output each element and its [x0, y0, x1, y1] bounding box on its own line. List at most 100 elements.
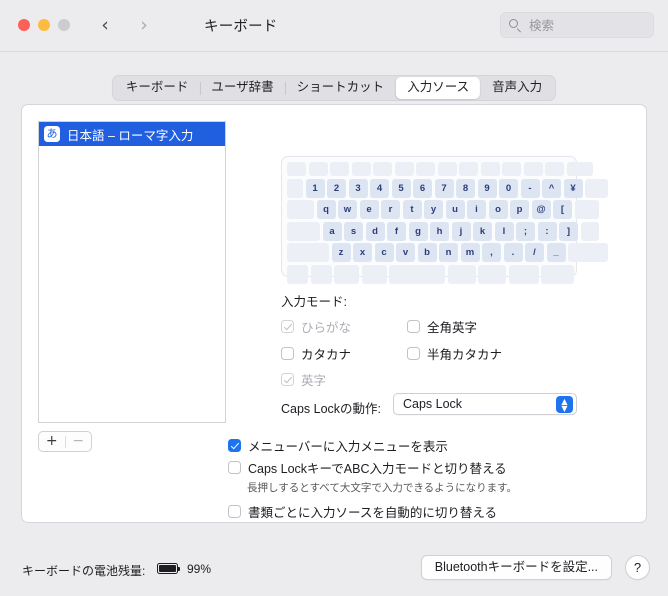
key-modifier: [287, 265, 308, 284]
key-modifier: [541, 265, 574, 284]
key-/: /: [525, 243, 544, 262]
forward-arrow-icon[interactable]: ›: [133, 14, 155, 36]
key-q: q: [317, 200, 336, 219]
key-1: 1: [306, 179, 325, 198]
key-2: 2: [327, 179, 346, 198]
key-function: [287, 162, 306, 176]
checkbox-auto-switch-per-document[interactable]: [228, 505, 241, 518]
key-b: b: [418, 243, 437, 262]
keyboard-layout-preview: 1234567890-^¥qwertyuiop@[asdfghjkl;:]zxc…: [281, 156, 577, 277]
checkbox-show-input-menu[interactable]: [228, 439, 241, 452]
input-mode-option-eiji: 英字: [281, 370, 326, 388]
key-;: ;: [516, 222, 535, 241]
key-function: [352, 162, 371, 176]
checkbox-eiji: [281, 373, 294, 386]
checkbox-hankaku-katakana-label: 半角カタカナ: [427, 344, 502, 363]
key-e: e: [360, 200, 379, 219]
key-9: 9: [478, 179, 497, 198]
key-n: n: [439, 243, 458, 262]
option-auto-switch-per-document-label: 書類ごとに入力ソースを自動的に切り替える: [248, 502, 497, 521]
tab-1[interactable]: ユーザ辞書: [200, 77, 284, 99]
key-modifier: [509, 265, 539, 284]
input-mode-option-katakana[interactable]: カタカナ: [281, 344, 351, 362]
setup-bluetooth-keyboard-button[interactable]: Bluetoothキーボードを設定...: [421, 555, 612, 580]
key-g: g: [409, 222, 428, 241]
key-modifier: [478, 265, 506, 284]
key-delete: [585, 179, 608, 198]
key-function: [438, 162, 457, 176]
key-o: o: [489, 200, 508, 219]
close-button[interactable]: [18, 19, 30, 31]
input-mode-option-zenkaku-eiji[interactable]: 全角英字: [407, 317, 477, 335]
checkbox-hiragana: [281, 320, 294, 333]
key-3: 3: [349, 179, 368, 198]
key-modifier: [448, 265, 476, 284]
tab-4[interactable]: 音声入力: [481, 77, 553, 99]
option-show-input-menu[interactable]: メニューバーに入力メニューを表示: [228, 436, 448, 454]
minimize-button[interactable]: [38, 19, 50, 31]
caps-lock-behavior-label: Caps Lockの動作:: [281, 398, 381, 417]
key-function: [481, 162, 500, 176]
key-[: [: [553, 200, 572, 219]
key-@: @: [532, 200, 551, 219]
option-show-input-menu-label: メニューバーに入力メニューを表示: [248, 436, 448, 455]
page-title: キーボード: [204, 15, 278, 36]
key-modifier: [334, 265, 359, 284]
input-source-item[interactable]: あ日本語 – ローマ字入力: [39, 122, 225, 146]
checkbox-caps-lock-abc-toggle[interactable]: [228, 461, 241, 474]
key-function: [459, 162, 478, 176]
key-function: [373, 162, 392, 176]
search-input[interactable]: [527, 13, 649, 39]
key-function: [309, 162, 328, 176]
key--: -: [521, 179, 540, 198]
input-source-list[interactable]: あ日本語 – ローマ字入力: [38, 121, 226, 423]
key-blank: [575, 200, 599, 219]
key-modifier: [362, 265, 387, 284]
key-function: [545, 162, 564, 176]
tab-3[interactable]: 入力ソース: [396, 77, 480, 99]
key-d: d: [366, 222, 385, 241]
key-function: [395, 162, 414, 176]
checkbox-eiji-label: 英字: [301, 370, 326, 389]
help-button[interactable]: ?: [625, 555, 650, 580]
key-u: u: [446, 200, 465, 219]
search-field[interactable]: [500, 12, 654, 38]
zoom-button[interactable]: [58, 19, 70, 31]
option-auto-switch-per-document[interactable]: 書類ごとに入力ソースを自動的に切り替える: [228, 502, 497, 520]
key-function: [330, 162, 349, 176]
key-8: 8: [456, 179, 475, 198]
caps-lock-behavior-select[interactable]: Caps Lock ▲▼: [393, 393, 577, 415]
key-w: w: [338, 200, 357, 219]
tab-0[interactable]: キーボード: [115, 77, 200, 99]
checkbox-hiragana-label: ひらがな: [301, 317, 351, 336]
show-all-grid-icon[interactable]: [174, 18, 190, 33]
checkbox-katakana-label: カタカナ: [301, 344, 351, 363]
key-function: [567, 162, 593, 176]
input-mode-option-hankaku-katakana[interactable]: 半角カタカナ: [407, 344, 502, 362]
key-,: ,: [482, 243, 501, 262]
key-x: x: [353, 243, 372, 262]
add-source-button[interactable]: +: [39, 432, 65, 451]
key-blank: [287, 179, 303, 198]
checkbox-zenkaku-eiji[interactable]: [407, 320, 420, 333]
back-arrow-icon[interactable]: ‹: [94, 14, 116, 36]
key-4: 4: [370, 179, 389, 198]
key-^: ^: [542, 179, 561, 198]
checkbox-katakana[interactable]: [281, 347, 294, 360]
tab-2[interactable]: ショートカット: [286, 77, 396, 99]
checkbox-hankaku-katakana[interactable]: [407, 347, 420, 360]
option-caps-lock-abc-toggle[interactable]: Caps LockキーでABC入力モードと切り替える: [228, 458, 507, 476]
key-i: i: [467, 200, 486, 219]
battery-percent: 99%: [187, 562, 211, 576]
key-.: .: [504, 243, 523, 262]
key-l: l: [495, 222, 514, 241]
key-a: a: [323, 222, 342, 241]
key-0: 0: [499, 179, 518, 198]
option-caps-lock-abc-toggle-label: Caps LockキーでABC入力モードと切り替える: [248, 458, 507, 477]
key-z: z: [332, 243, 351, 262]
key-]: ]: [559, 222, 578, 241]
remove-source-button: −: [66, 432, 92, 451]
key-s: s: [344, 222, 363, 241]
key-:: :: [538, 222, 557, 241]
tab-bar: キーボードユーザ辞書ショートカット入力ソース音声入力: [112, 75, 556, 101]
